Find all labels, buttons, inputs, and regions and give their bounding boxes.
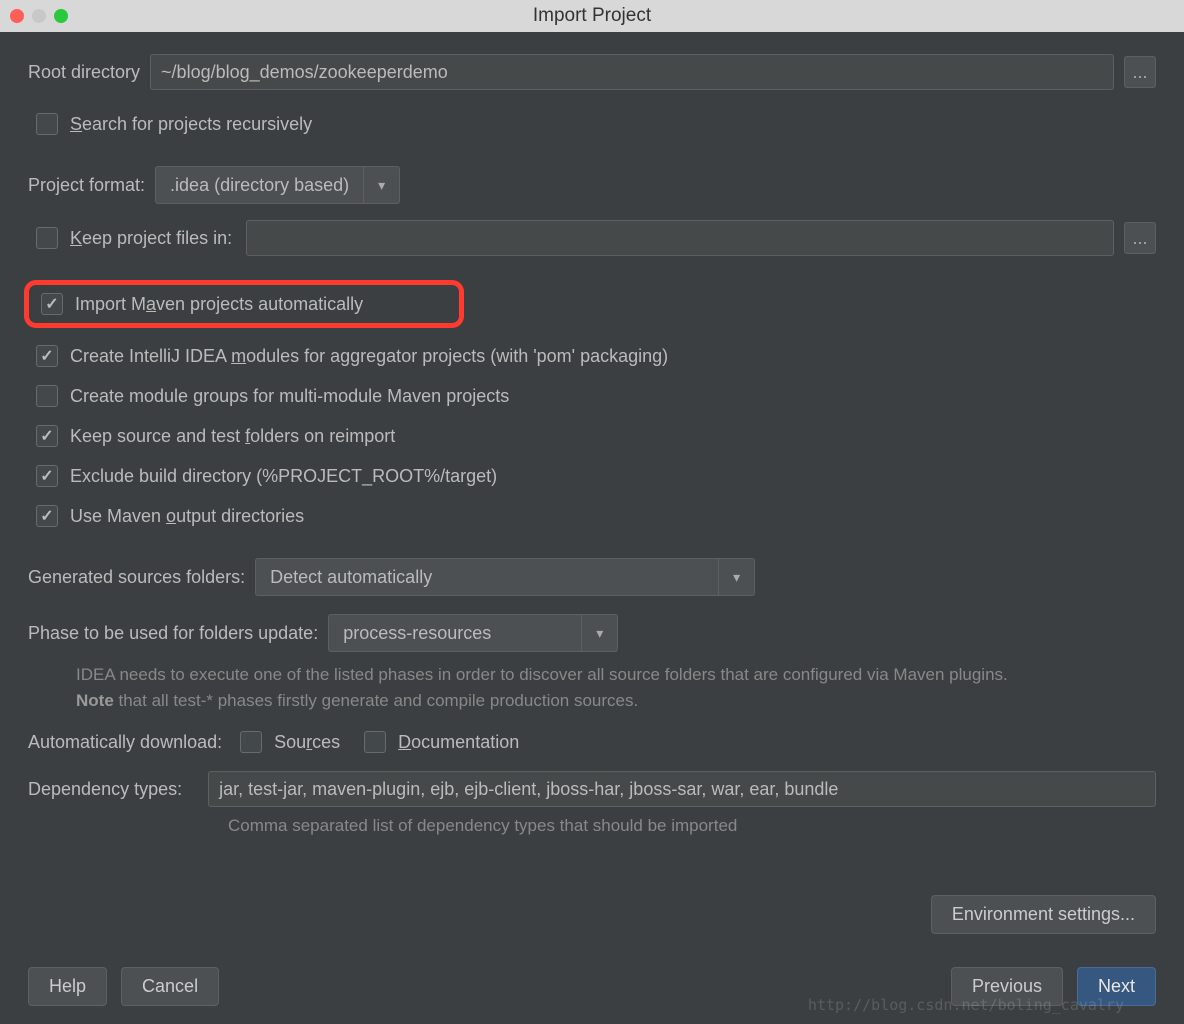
create-groups-checkbox[interactable] [36, 385, 58, 407]
chevron-down-icon [581, 615, 617, 651]
download-docs-label: Documentation [398, 732, 519, 753]
exclude-build-checkbox[interactable] [36, 465, 58, 487]
phase-select[interactable]: process-resources [328, 614, 618, 652]
dependency-types-label: Dependency types: [28, 779, 182, 800]
dependency-types-input[interactable]: jar, test-jar, maven-plugin, ejb, ejb-cl… [208, 771, 1156, 807]
gen-sources-select[interactable]: Detect automatically [255, 558, 755, 596]
phase-label: Phase to be used for folders update: [28, 623, 318, 644]
create-groups-label: Create module groups for multi-module Ma… [70, 386, 509, 407]
auto-download-label: Automatically download: [28, 732, 222, 753]
help-button[interactable]: Help [28, 967, 107, 1006]
browse-root-button[interactable]: ... [1124, 56, 1156, 88]
watermark: http://blog.csdn.net/boling_cavalry [808, 996, 1124, 1014]
import-auto-checkbox[interactable] [41, 293, 63, 315]
window-title: Import Project [0, 5, 1184, 27]
download-docs-checkbox[interactable] [364, 731, 386, 753]
search-recursively-checkbox[interactable] [36, 113, 58, 135]
create-modules-label: Create IntelliJ IDEA modules for aggrega… [70, 346, 668, 367]
cancel-button[interactable]: Cancel [121, 967, 219, 1006]
environment-settings-button[interactable]: Environment settings... [931, 895, 1156, 934]
keep-files-input[interactable] [246, 220, 1114, 256]
chevron-down-icon [718, 559, 754, 595]
use-output-label: Use Maven output directories [70, 506, 304, 527]
root-directory-label: Root directory [28, 62, 140, 83]
exclude-build-label: Exclude build directory (%PROJECT_ROOT%/… [70, 466, 497, 487]
keep-source-label: Keep source and test folders on reimport [70, 426, 395, 447]
import-auto-highlight: Import Maven projects automatically [24, 280, 464, 328]
keep-files-label: Keep project files in: [70, 228, 232, 249]
chevron-down-icon [363, 167, 399, 203]
use-output-checkbox[interactable] [36, 505, 58, 527]
keep-files-checkbox[interactable] [36, 227, 58, 249]
import-auto-label: Import Maven projects automatically [75, 294, 363, 315]
search-recursively-label: SSearch for projects recursivelyearch fo… [70, 114, 312, 135]
download-sources-checkbox[interactable] [240, 731, 262, 753]
create-modules-checkbox[interactable] [36, 345, 58, 367]
root-directory-input[interactable]: ~/blog/blog_demos/zookeeperdemo [150, 54, 1114, 90]
project-format-select[interactable]: .idea (directory based) [155, 166, 400, 204]
browse-keep-button[interactable]: ... [1124, 222, 1156, 254]
gen-sources-label: Generated sources folders: [28, 567, 245, 588]
keep-source-checkbox[interactable] [36, 425, 58, 447]
dependency-types-hint: Comma separated list of dependency types… [228, 813, 1156, 839]
titlebar: Import Project [0, 0, 1184, 32]
download-sources-label: Sources [274, 732, 340, 753]
project-format-label: Project format: [28, 175, 145, 196]
phase-hint: IDEA needs to execute one of the listed … [76, 662, 1156, 713]
